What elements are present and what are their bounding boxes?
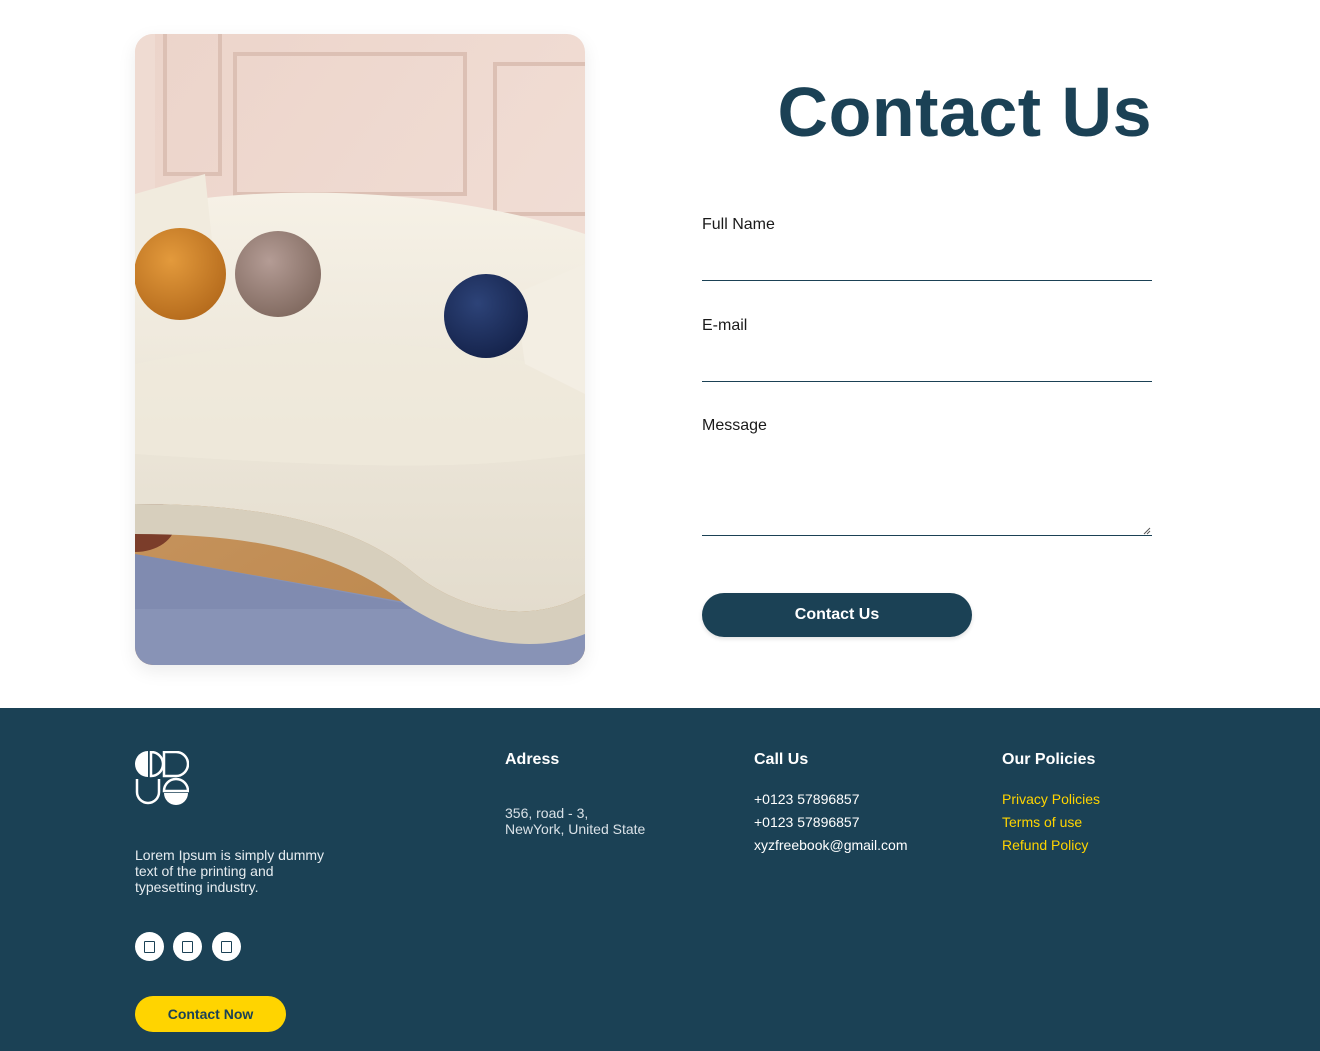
sofa-photo <box>135 34 585 665</box>
contact-us-submit-button[interactable]: Contact Us <box>702 593 972 637</box>
call-us-heading: Call Us <box>754 751 809 768</box>
message-textarea[interactable] <box>702 447 1152 536</box>
contact-email[interactable]: xyzfreebook@gmail.com <box>754 837 908 860</box>
full-name-field: Full Name <box>702 216 1152 282</box>
social-glyph-icon <box>221 940 232 953</box>
phone-number-2[interactable]: +0123 57896857 <box>754 814 908 837</box>
terms-of-use-link[interactable]: Terms of use <box>1002 814 1100 837</box>
address-block: 356, road - 3, NewYork, United State <box>505 805 705 837</box>
contact-now-button[interactable]: Contact Now <box>135 996 286 1032</box>
social-glyph-icon <box>144 940 155 953</box>
social-glyph-icon <box>182 940 193 953</box>
footer: Lorem Ipsum is simply dummy text of the … <box>0 708 1320 1051</box>
message-label: Message <box>702 417 767 434</box>
page-title: Contact Us <box>777 73 1152 151</box>
privacy-policies-link[interactable]: Privacy Policies <box>1002 791 1100 814</box>
refund-policy-link[interactable]: Refund Policy <box>1002 837 1100 860</box>
email-label: E-mail <box>702 317 748 334</box>
social-icon-2[interactable] <box>173 932 202 961</box>
social-icon-3[interactable] <box>212 932 241 961</box>
message-field: Message <box>702 417 1152 537</box>
resize-grip-icon[interactable] <box>1143 527 1151 535</box>
email-field: E-mail <box>702 317 1152 383</box>
call-us-list: +0123 57896857 +0123 57896857 xyzfreeboo… <box>754 791 908 860</box>
policies-heading: Our Policies <box>1002 751 1096 768</box>
contact-section: Contact Us Full Name E-mail Message Cont… <box>0 0 1320 708</box>
phone-number-1[interactable]: +0123 57896857 <box>754 791 908 814</box>
full-name-input[interactable] <box>702 246 1152 281</box>
address-line-2: NewYork, United State <box>505 821 646 837</box>
social-icon-1[interactable] <box>135 932 164 961</box>
brand-logo-icon <box>135 751 189 805</box>
email-input[interactable] <box>702 347 1152 382</box>
address-heading: Adress <box>505 751 560 768</box>
policies-list: Privacy Policies Terms of use Refund Pol… <box>1002 791 1100 860</box>
address-line-1: 356, road - 3, <box>505 805 589 821</box>
footer-description: Lorem Ipsum is simply dummy text of the … <box>135 847 325 895</box>
full-name-label: Full Name <box>702 216 775 233</box>
